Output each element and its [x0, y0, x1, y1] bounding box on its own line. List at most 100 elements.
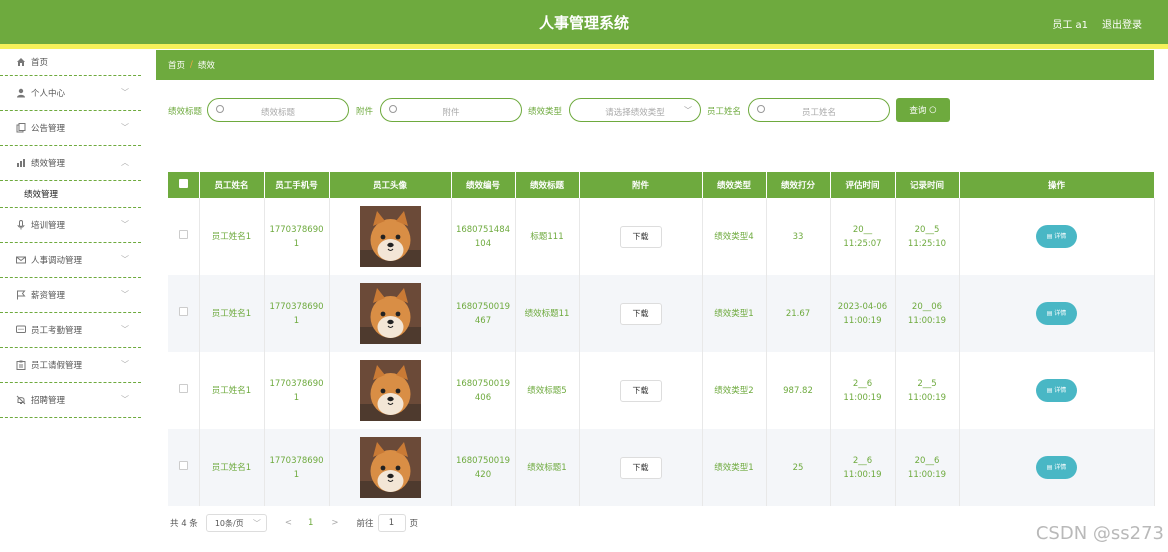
- chevron-down-icon: ﹀: [121, 220, 129, 229]
- goto-page-input[interactable]: 1: [377, 514, 406, 532]
- eval-time-cell: 2__6 11:00:19: [830, 429, 896, 506]
- avatar-cell: [329, 429, 452, 506]
- avatar-cell: [329, 198, 452, 275]
- pagination: 共 4 条 10条/页 ﹀ < 1 > 前往 1 页: [170, 514, 418, 532]
- title-filter-input[interactable]: 绩效标题: [207, 98, 349, 122]
- sidebar-item-transfer[interactable]: 人事调动管理 ﹀: [0, 243, 141, 278]
- download-button[interactable]: 下载: [619, 456, 662, 479]
- chevron-down-icon: ﹀: [252, 519, 261, 528]
- type-cell: 绩效类型1: [702, 429, 767, 506]
- title-cell: 标题111: [515, 198, 580, 275]
- mail-icon: [16, 255, 26, 265]
- chevron-down-icon: ﹀: [121, 395, 129, 404]
- type-filter-select[interactable]: 请选择绩效类型 ﹀: [569, 98, 701, 122]
- code-cell: 1680750019 467: [451, 275, 516, 352]
- row-checkbox[interactable]: [178, 460, 188, 470]
- phone-cell: 1770378690 1: [264, 275, 330, 352]
- download-button[interactable]: 下载: [619, 379, 662, 402]
- column-header: 员工姓名: [199, 172, 265, 198]
- column-header: 附件: [579, 172, 703, 198]
- attachment-cell: 下载: [579, 352, 703, 429]
- column-header: 绩效打分: [766, 172, 831, 198]
- avatar-cell: [329, 352, 452, 429]
- sidebar-item-performance[interactable]: 绩效管理 ︿: [0, 146, 141, 181]
- attach-filter-label: 附件: [356, 107, 374, 117]
- phone-cell: 1770378690 1: [264, 429, 330, 506]
- detail-button[interactable]: ▤ 详情: [1036, 302, 1077, 325]
- avatar-cell: [329, 275, 452, 352]
- app-title: 人事管理系统: [538, 14, 629, 32]
- sidebar-item-label: 培训管理: [31, 221, 66, 231]
- page-size-select[interactable]: 10条/页 ﹀: [205, 514, 267, 532]
- attachment-cell: 下载: [579, 429, 703, 506]
- detail-button[interactable]: ▤ 详情: [1036, 225, 1077, 248]
- sidebar-item-label: 人事调动管理: [31, 256, 83, 266]
- detail-button[interactable]: ▤ 详情: [1036, 456, 1077, 479]
- name-cell: 员工姓名1: [199, 429, 265, 506]
- row-select-cell: [168, 275, 200, 352]
- breadcrumb-home[interactable]: 首页: [168, 59, 185, 71]
- action-cell: ▤ 详情: [959, 275, 1155, 352]
- column-header: 绩效类型: [702, 172, 767, 198]
- home-icon: [16, 57, 26, 67]
- download-button[interactable]: 下载: [619, 225, 662, 248]
- score-cell: 21.67: [766, 275, 831, 352]
- column-header: 记录时间: [895, 172, 960, 198]
- breadcrumb-separator: /: [190, 60, 193, 70]
- row-select-cell: [168, 198, 200, 275]
- column-header: 操作: [959, 172, 1155, 198]
- chevron-down-icon: ﹀: [121, 255, 129, 264]
- sidebar-item-home[interactable]: 首页: [0, 49, 141, 76]
- name-cell: 员工姓名1: [199, 352, 265, 429]
- chart-icon: [16, 158, 26, 168]
- action-cell: ▤ 详情: [959, 198, 1155, 275]
- chevron-up-icon: ︿: [121, 158, 129, 167]
- name-filter-input[interactable]: 员工姓名: [748, 98, 890, 122]
- sidebar-item-label: 员工考勤管理: [31, 326, 83, 336]
- row-select-cell: [168, 352, 200, 429]
- sidebar-item-training[interactable]: 培训管理 ﹀: [0, 208, 141, 243]
- next-page-button[interactable]: >: [331, 518, 338, 528]
- code-cell: 1680751484 104: [451, 198, 516, 275]
- chevron-down-icon: ﹀: [121, 88, 129, 97]
- logout-link[interactable]: 退出登录: [1102, 16, 1142, 31]
- prev-page-button[interactable]: <: [285, 518, 292, 528]
- select-all-header: [168, 172, 200, 198]
- type-filter-label: 绩效类型: [528, 107, 563, 117]
- avatar-image: [359, 283, 421, 344]
- chevron-down-icon: ﹀: [684, 106, 692, 115]
- column-header: 绩效标题: [515, 172, 580, 198]
- title-cell: 绩效标题11: [515, 275, 580, 352]
- sidebar-item-recruit[interactable]: 招聘管理 ﹀: [0, 383, 141, 418]
- sidebar-item-attendance[interactable]: 员工考勤管理 ﹀: [0, 313, 141, 348]
- sidebar-item-salary[interactable]: 薪资管理 ﹀: [0, 278, 141, 313]
- column-header: 评估时间: [830, 172, 896, 198]
- name-cell: 员工姓名1: [199, 198, 265, 275]
- page-number-1[interactable]: 1: [308, 518, 313, 528]
- attachment-cell: 下载: [579, 275, 703, 352]
- select-all-checkbox[interactable]: [178, 179, 188, 188]
- name-filter-label: 员工姓名: [707, 107, 742, 117]
- top-bar: 人事管理系统 员工 a1 退出登录: [0, 0, 1168, 44]
- watermark: CSDN @ss273: [1035, 523, 1164, 544]
- download-button[interactable]: 下载: [619, 302, 662, 325]
- user-icon: [16, 88, 26, 98]
- row-checkbox[interactable]: [178, 306, 188, 316]
- row-select-cell: [168, 429, 200, 506]
- table-row: 员工姓名1 1770378690 1 1680750019 420 绩效标题1 下载 绩效…: [168, 429, 1155, 506]
- row-checkbox[interactable]: [178, 229, 188, 239]
- row-checkbox[interactable]: [178, 383, 188, 393]
- sidebar-item-leave[interactable]: 员工请假管理 ﹀: [0, 348, 141, 383]
- detail-button[interactable]: ▤ 详情: [1036, 379, 1077, 402]
- search-icon: ○: [929, 105, 937, 115]
- code-cell: 1680750019 420: [451, 429, 516, 506]
- table-row: 员工姓名1 1770378690 1 1680751484 104 标题111 下载 绩效…: [168, 198, 1155, 275]
- sidebar-item-label: 薪资管理: [31, 291, 66, 301]
- sidebar-subitem-performance[interactable]: 绩效管理: [0, 181, 141, 208]
- attach-filter-input[interactable]: 附件: [380, 98, 522, 122]
- column-header: 员工头像: [329, 172, 452, 198]
- breadcrumb: 首页 / 绩效: [156, 50, 1154, 80]
- clipboard-icon: [16, 360, 26, 370]
- query-button[interactable]: 查询 ○: [896, 98, 950, 122]
- avatar-image: [359, 206, 421, 267]
